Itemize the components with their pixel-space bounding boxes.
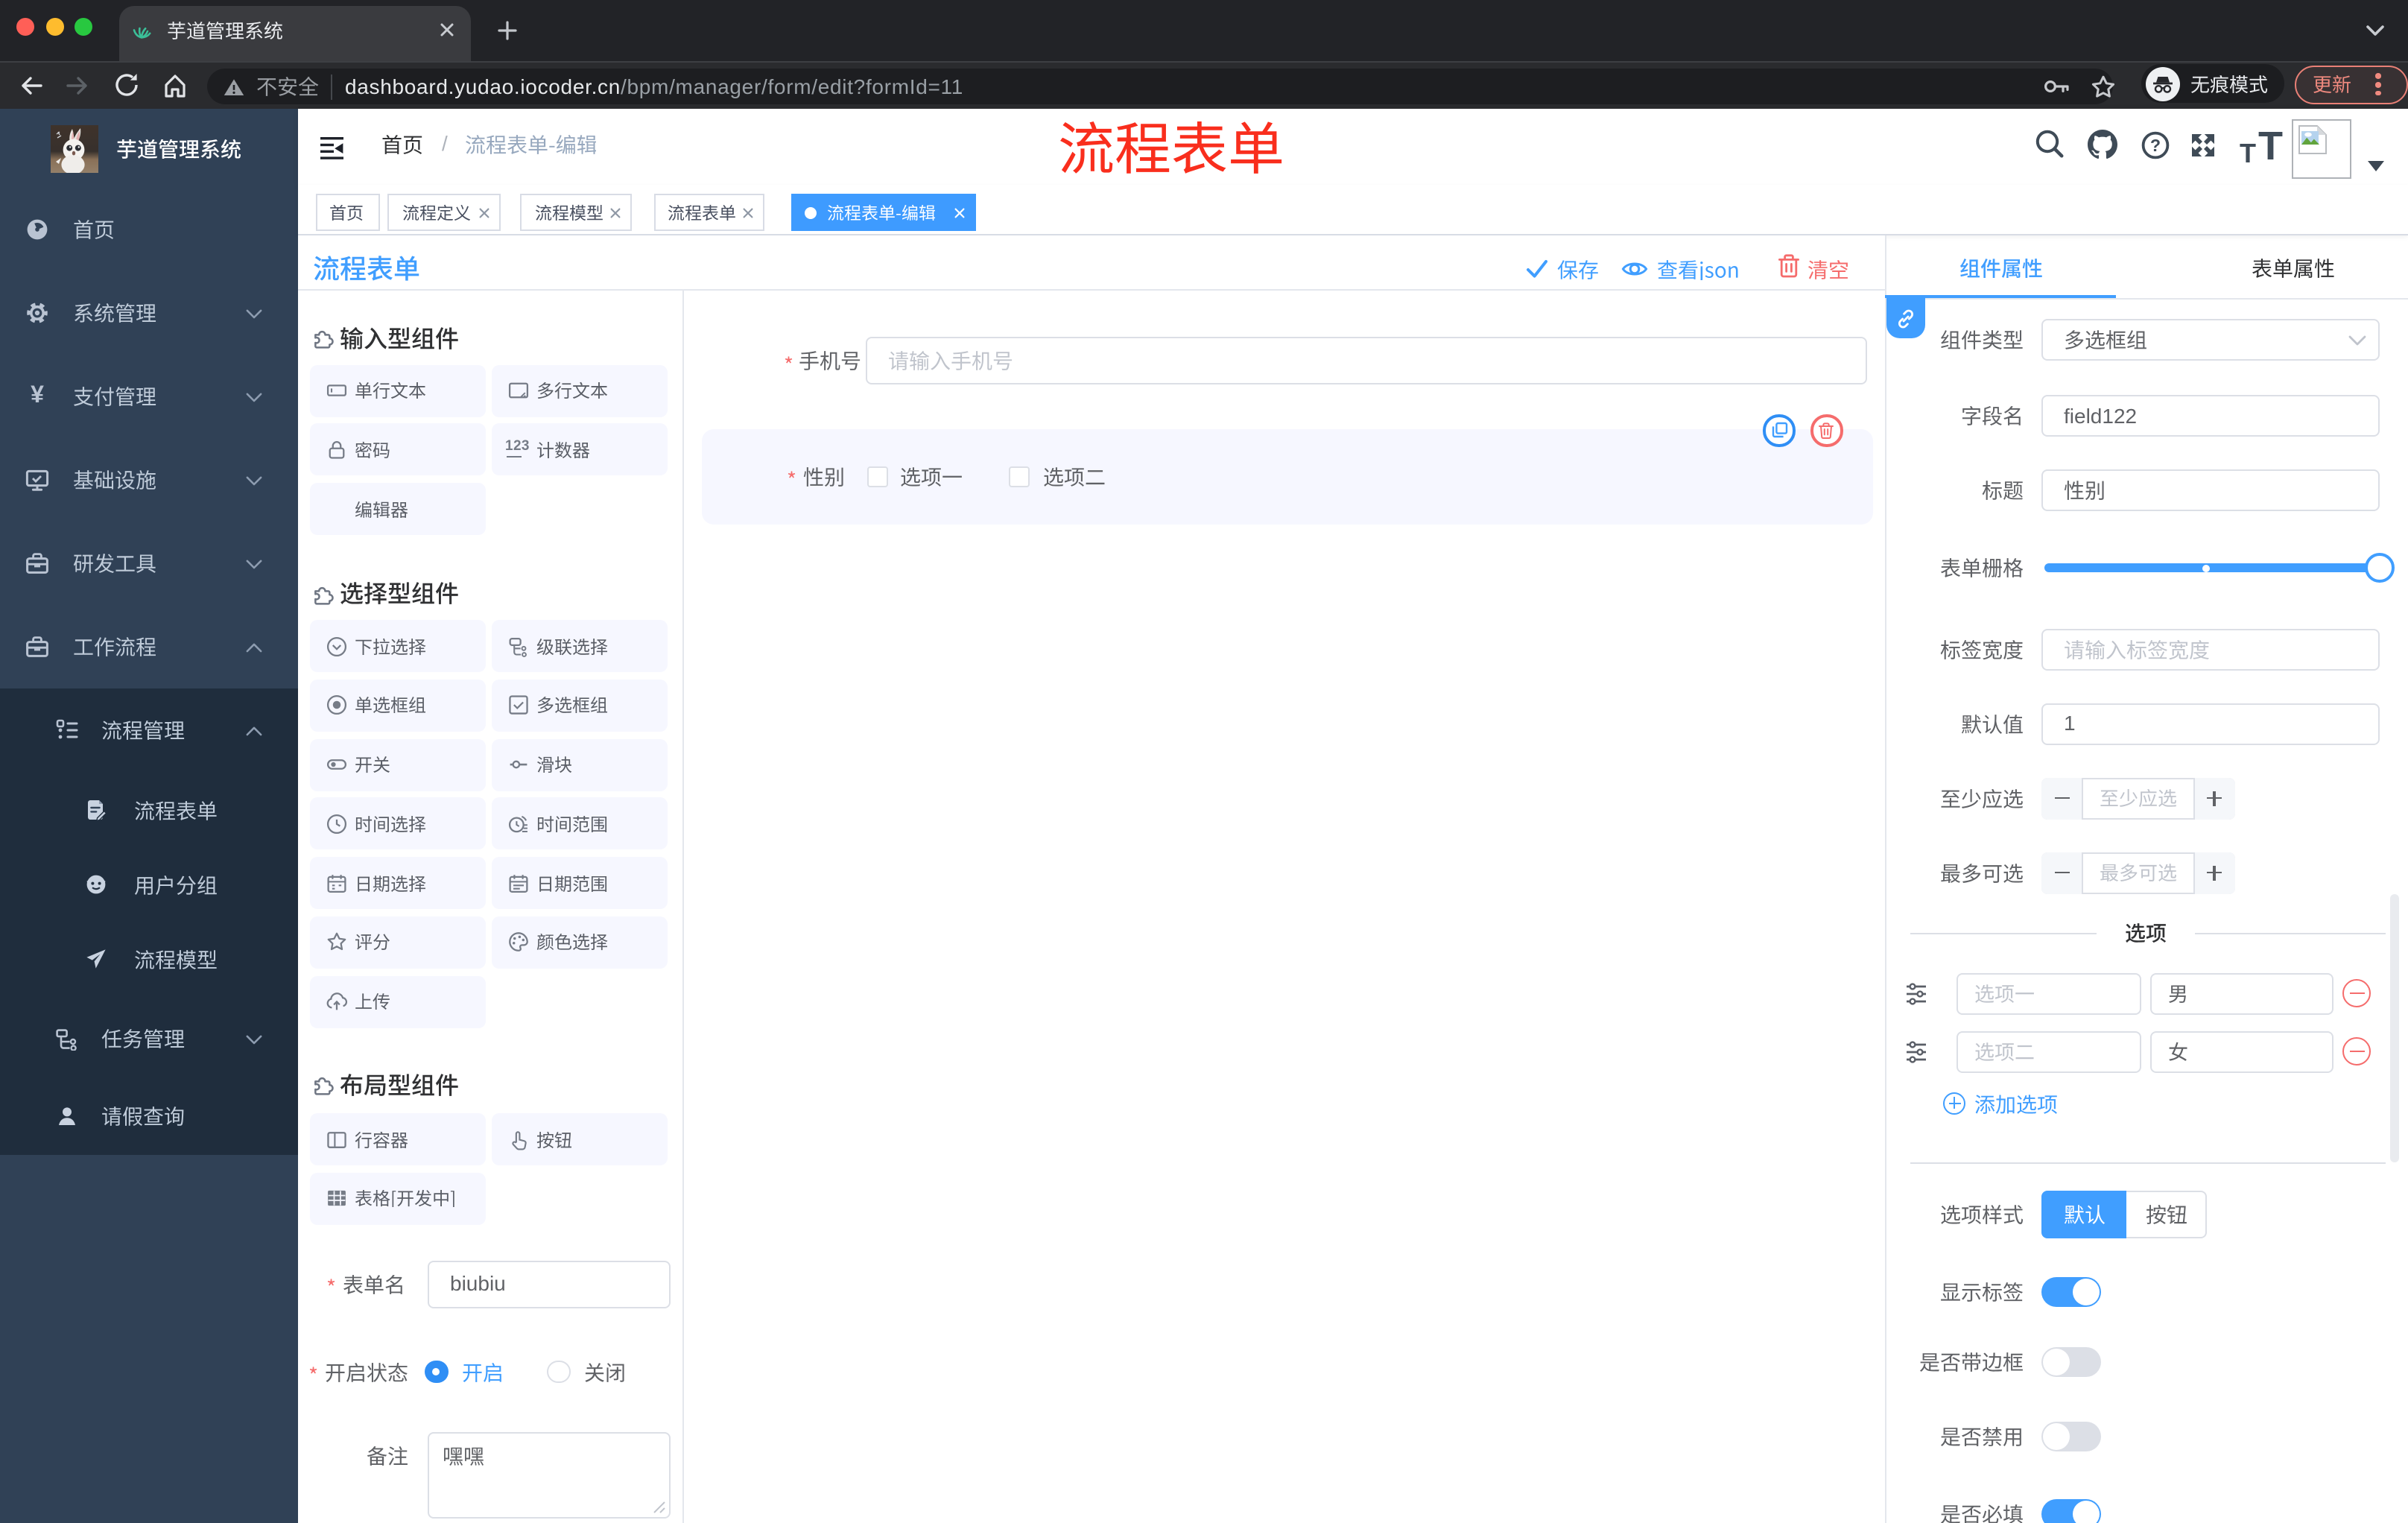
svg-text:?: ?	[2149, 135, 2160, 154]
